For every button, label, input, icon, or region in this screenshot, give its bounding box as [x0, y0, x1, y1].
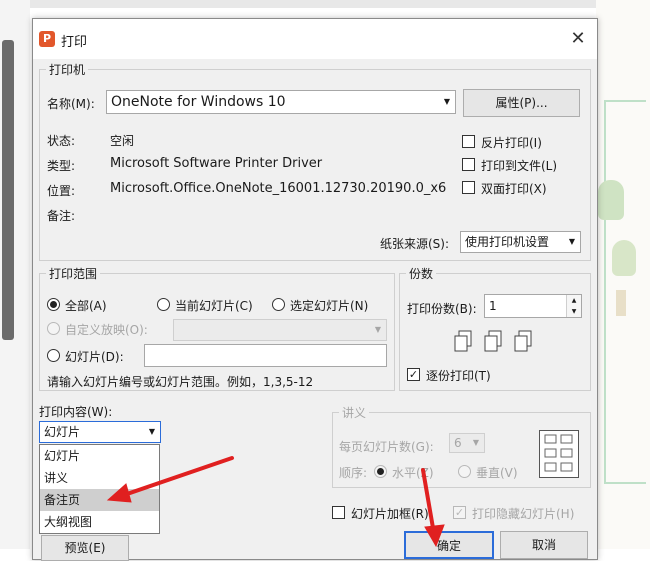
red-arrowhead-icon [106, 483, 132, 503]
annotation-arrows [106, 456, 445, 548]
red-arrow-to-notes-page [122, 456, 234, 497]
red-arrowhead-icon [424, 524, 445, 548]
red-arrow-to-ok-button [421, 468, 435, 530]
